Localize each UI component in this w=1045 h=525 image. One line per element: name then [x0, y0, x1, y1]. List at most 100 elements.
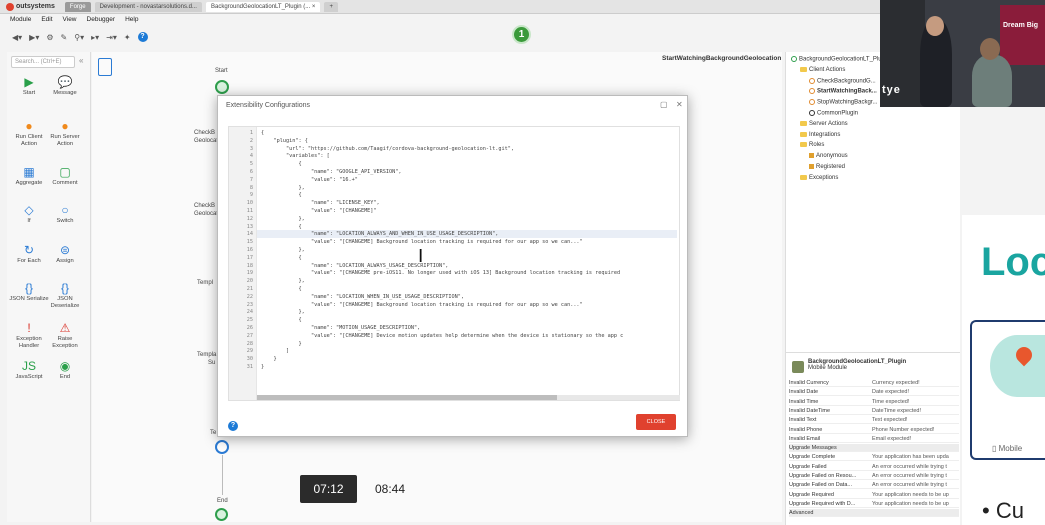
property-section[interactable]: Advanced — [789, 509, 959, 518]
tool-exception-handler[interactable]: ! Exception Handler — [9, 320, 49, 350]
tool-label: JavaScript — [15, 374, 43, 380]
tree-item-checkbackgroundg[interactable]: CheckBackgroundG... — [809, 77, 876, 84]
module-icon — [792, 361, 804, 373]
property-value[interactable]: Currency expected! — [872, 379, 959, 386]
property-row[interactable]: Upgrade Failed on Data... An error occurr… — [789, 481, 959, 490]
link-icon[interactable]: ⚲▾ — [74, 33, 84, 42]
property-value[interactable]: Email expected! — [872, 435, 959, 442]
tool-json-serialize[interactable]: {} JSON Serialize — [9, 280, 49, 303]
menu-debugger[interactable]: Debugger — [87, 14, 116, 26]
menu-module[interactable]: Module — [10, 14, 31, 26]
back-icon[interactable]: ◀▾ — [12, 33, 22, 42]
tool-for-each[interactable]: ↻ For Each — [9, 242, 49, 265]
tree-item-exceptions[interactable]: Exceptions — [800, 174, 838, 181]
new-tab-button[interactable]: + — [324, 1, 338, 12]
close-icon[interactable]: ✕ — [676, 100, 683, 109]
property-value[interactable]: Your application needs to be up — [872, 491, 959, 498]
tree-item-label: Registered — [816, 164, 846, 171]
toolbox-search-input[interactable]: Search... (Ctrl+E) — [11, 56, 75, 68]
property-value[interactable]: DateTime expected! — [872, 407, 959, 414]
property-row[interactable]: Invalid Text Text expected! — [789, 416, 959, 425]
tool-if[interactable]: ◇ If — [9, 202, 49, 225]
tool-aggregate[interactable]: ▦ Aggregate — [9, 164, 49, 187]
menu-edit[interactable]: Edit — [41, 14, 52, 26]
tool-message[interactable]: 💬 Message — [45, 74, 85, 97]
tools-icon[interactable]: ✎ — [61, 33, 68, 42]
tree-item-registered[interactable]: Registered — [809, 164, 845, 170]
property-value[interactable] — [872, 444, 959, 451]
property-value[interactable]: Your application has been upda — [872, 453, 959, 460]
line-number: 27 — [246, 332, 253, 339]
tool-icon: ▶ — [24, 75, 34, 89]
publish-icon[interactable]: ⇥▾ — [106, 33, 117, 42]
outsystems-logo: outsystems — [6, 2, 55, 11]
tree-item-client-actions[interactable]: Client Actions — [800, 66, 845, 73]
tool-comment[interactable]: ▢ Comment — [45, 164, 85, 187]
close-button[interactable]: CLOSE — [636, 414, 676, 430]
property-row[interactable]: Upgrade Required with D... Your applicati… — [789, 500, 959, 508]
property-row[interactable]: Upgrade Failed An error occurred while tr… — [789, 463, 959, 471]
property-row[interactable]: Invalid Currency Currency expected! — [789, 379, 959, 387]
tool-label: JSON Deserialize — [50, 296, 80, 309]
scrollbar-thumb[interactable] — [257, 395, 557, 400]
flow-end-node[interactable] — [215, 508, 228, 521]
property-row[interactable]: Invalid DateTime DateTime expected! — [789, 407, 959, 415]
property-row[interactable]: Invalid Email Email expected! — [789, 435, 959, 443]
maximize-icon[interactable]: ▢ — [660, 100, 668, 109]
tree-item-commonplugin[interactable]: CommonPlugin — [809, 110, 858, 117]
gear-icon[interactable]: ⚙ — [46, 33, 53, 42]
tree-item-stopwatchingbackgr[interactable]: StopWatchingBackgr... — [809, 99, 877, 106]
tool-run-server-action[interactable]: ● Run Server Action — [45, 118, 85, 148]
dialog-help-icon[interactable]: ? — [228, 421, 238, 431]
tree-item-server-actions[interactable]: Server Actions — [800, 120, 848, 127]
tool-javascript[interactable]: JS JavaScript — [9, 358, 49, 381]
property-row[interactable]: Invalid Phone Phone Number expected! — [789, 426, 959, 434]
tool-icon: ● — [25, 119, 33, 133]
code-line: }, — [261, 309, 305, 316]
line-number: 22 — [246, 293, 253, 300]
menu-view[interactable]: View — [63, 14, 77, 26]
debug-icon[interactable]: ✦ — [124, 33, 131, 42]
tree-item-backgroundgeolocationlt-plugin[interactable]: BackgroundGeolocationLT_Plugin — [791, 56, 890, 63]
property-row[interactable]: Upgrade Complete Your application has bee… — [789, 453, 959, 462]
menu-help[interactable]: Help — [125, 14, 138, 26]
property-value[interactable]: Text expected! — [872, 416, 959, 423]
flow-start-node[interactable] — [215, 80, 229, 94]
help-icon[interactable]: ? — [137, 32, 148, 42]
tool-run-client-action[interactable]: ● Run Client Action — [9, 118, 49, 148]
code-line: { — [261, 286, 302, 292]
horizontal-scrollbar[interactable] — [257, 395, 680, 400]
tree-item-startwatchingback[interactable]: StartWatchingBack... — [809, 88, 877, 95]
tab-module[interactable]: BackgroundGeolocationLT_Plugin (... × — [205, 1, 321, 12]
tool-json-deserialize[interactable]: {} JSON Deserialize — [45, 280, 85, 310]
property-value[interactable]: Phone Number expected! — [872, 426, 959, 433]
property-row[interactable]: Upgrade Failed on Resou... An error occur… — [789, 472, 959, 480]
tree-item-integrations[interactable]: Integrations — [800, 131, 840, 138]
property-row[interactable]: Invalid Time Time expected! — [789, 398, 959, 406]
collapse-icon[interactable]: « — [79, 56, 83, 65]
property-value[interactable]: Date expected! — [872, 388, 959, 395]
code-line: }, — [261, 247, 305, 253]
forward-icon[interactable]: ▶▾ — [29, 33, 39, 42]
property-value[interactable]: Your application needs to be up — [872, 500, 959, 507]
tree-item-roles[interactable]: Roles — [800, 142, 824, 148]
code-editor[interactable]: 1 {2 "plugin": {3 "url": "https://github.… — [228, 126, 680, 401]
tool-assign[interactable]: ⊜ Assign — [45, 242, 85, 265]
tool-switch[interactable]: ○ Switch — [45, 202, 85, 225]
tool-raise-exception[interactable]: ⚠ Raise Exception — [45, 320, 85, 350]
property-value[interactable]: Time expected! — [872, 398, 959, 405]
tool-end[interactable]: ◉ End — [45, 358, 85, 381]
property-value[interactable]: An error occurred while trying t — [872, 463, 959, 470]
property-value[interactable] — [872, 509, 959, 516]
tab-forge[interactable]: Forge — [64, 1, 91, 12]
property-row[interactable]: Invalid Date Date expected! — [789, 388, 959, 397]
tool-start[interactable]: ▶ Start — [9, 74, 49, 97]
property-section[interactable]: Upgrade Messages — [789, 444, 959, 453]
property-value[interactable]: An error occurred while trying t — [872, 481, 959, 488]
tree-item-anonymous[interactable]: Anonymous — [809, 153, 848, 159]
tab-development[interactable]: Development - novastarsolutions.d... — [94, 1, 202, 12]
run-icon[interactable]: ▸▾ — [91, 33, 99, 42]
property-value[interactable]: An error occurred while trying t — [872, 472, 959, 479]
property-row[interactable]: Upgrade Required Your application needs t… — [789, 491, 959, 499]
flow-assign-node[interactable] — [215, 440, 229, 454]
